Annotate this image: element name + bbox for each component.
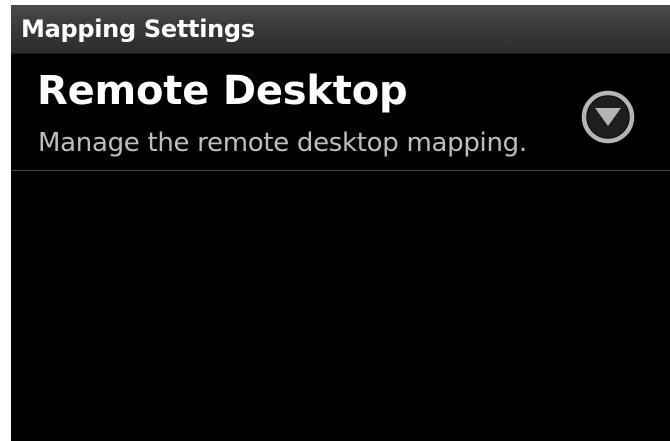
remote-desktop-preference[interactable]: Remote Desktop Manage the remote desktop… — [11, 54, 670, 170]
list-divider — [11, 170, 670, 171]
preference-summary: Manage the remote desktop mapping. — [38, 128, 527, 158]
settings-screen: Mapping Settings Remote Desktop Manage t… — [11, 5, 670, 441]
title-bar: Mapping Settings — [11, 5, 670, 54]
preference-title: Remote Desktop — [37, 68, 408, 114]
dropdown-arrow-circle-icon[interactable] — [579, 88, 637, 146]
page-title: Mapping Settings — [21, 15, 255, 43]
